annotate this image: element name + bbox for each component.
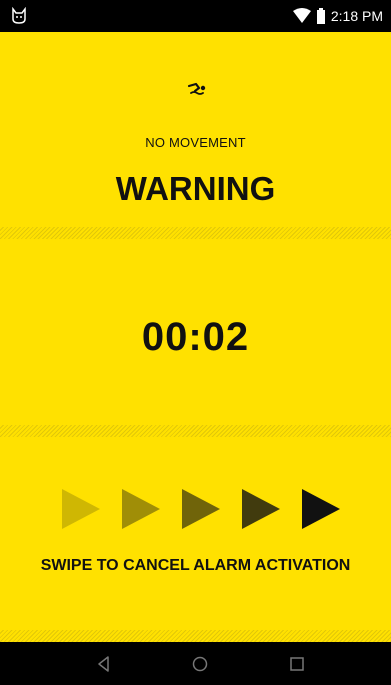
navigation-bar — [0, 642, 391, 685]
swipe-cancel-label[interactable]: SWIPE TO CANCEL ALARM ACTIVATION — [0, 557, 391, 575]
wifi-icon — [292, 8, 311, 23]
arrow-icon — [62, 489, 100, 529]
alarm-subtitle: NO MOVEMENT — [145, 135, 246, 150]
arrow-icon — [122, 489, 160, 529]
alarm-title: WARNING — [115, 170, 276, 207]
status-right: 2:18 PM — [292, 7, 383, 25]
divider — [0, 630, 391, 642]
back-icon[interactable] — [94, 654, 114, 674]
arrow-icon — [242, 489, 280, 529]
battery-icon — [316, 8, 325, 24]
swipe-section[interactable] — [0, 437, 391, 630]
arrow-icon — [182, 489, 220, 529]
status-bar: 2:18 PM — [0, 0, 391, 32]
arrow-icon — [302, 489, 340, 529]
divider — [0, 227, 391, 239]
swimmer-icon — [187, 82, 206, 95]
clock: 2:18 PM — [330, 8, 383, 24]
countdown-timer: 00:02 — [141, 315, 250, 359]
swipe-arrows[interactable] — [62, 489, 342, 529]
cat-icon — [12, 7, 26, 24]
divider — [0, 425, 391, 437]
home-icon[interactable] — [190, 654, 210, 674]
recents-icon[interactable] — [287, 654, 307, 674]
